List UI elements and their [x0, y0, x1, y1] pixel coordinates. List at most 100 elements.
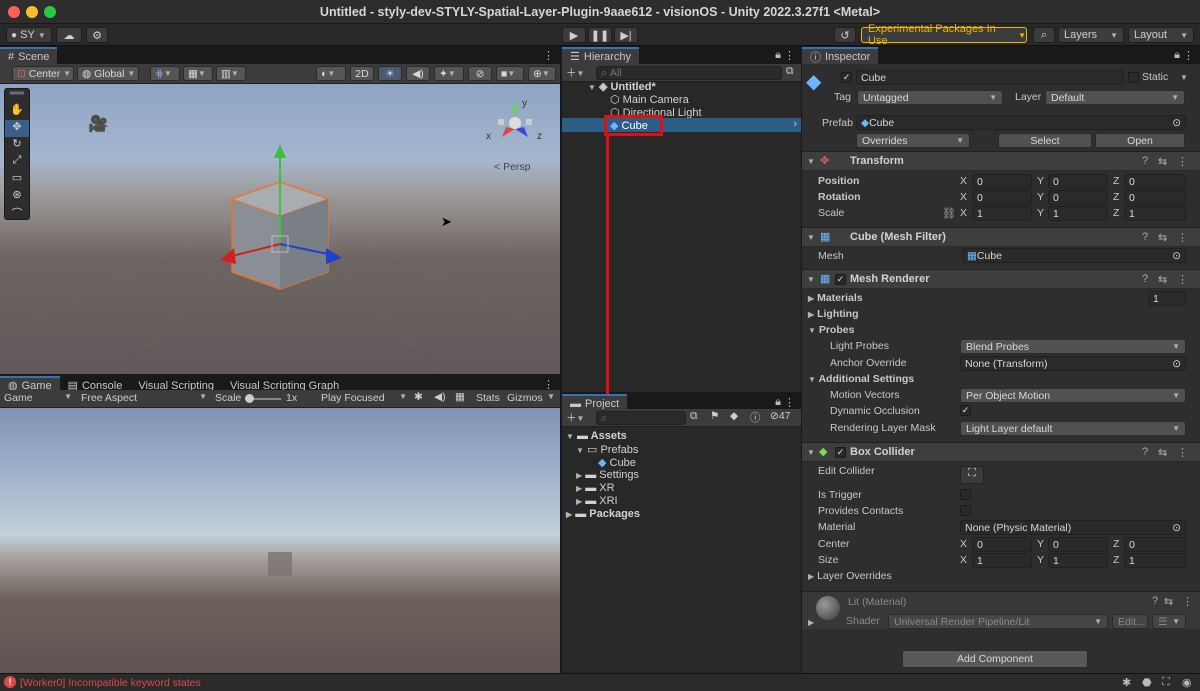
mesh-filter-header[interactable]: ▼ ▦ Cube (Mesh Filter) ? ⇆ ⋮ [802, 227, 1200, 247]
box-collider-enabled-checkbox[interactable]: ✓ [835, 447, 846, 458]
gizmos-dropdown[interactable]: ⊕ ▼ [528, 66, 556, 81]
chevron-down-icon[interactable]: ▼ [1180, 73, 1188, 82]
cache-server-icon[interactable]: ⬣ [1142, 676, 1152, 689]
mesh-renderer-enabled-checkbox[interactable]: ✓ [835, 274, 846, 285]
preset-icon[interactable]: ⇆ [1158, 446, 1167, 459]
mute-audio-icon[interactable]: ◀) [434, 391, 446, 403]
audio-toggle[interactable]: ◀) [406, 66, 430, 81]
layer-dropdown[interactable]: Default ▼ [1045, 90, 1185, 105]
display-dropdown[interactable]: Game ▼ [4, 392, 72, 404]
more-menu-icon[interactable]: ⋮ [1177, 231, 1188, 244]
additional-settings-foldout[interactable]: ▼ Additional Settings [808, 373, 914, 385]
shader-options-dropdown[interactable]: ☰ ▼ [1152, 614, 1186, 629]
gizmos-dropdown[interactable]: Gizmos ▼ [507, 392, 555, 404]
camera-dropdown[interactable]: ■ ▼ [496, 66, 524, 81]
position-x-field[interactable]: 0 [972, 174, 1032, 189]
filter-by-label-icon[interactable]: ⚑ [710, 410, 719, 422]
lock-icon[interactable]: 🔒︎ [1174, 49, 1180, 62]
mode-2d-toggle[interactable]: 2D [350, 66, 374, 81]
camera-gizmo-icon[interactable]: 🎥 [88, 114, 108, 134]
network-icon[interactable]: ⛶ [1162, 676, 1170, 689]
game-view[interactable] [0, 408, 560, 673]
scale-slider-thumb[interactable] [245, 394, 254, 403]
provides-contacts-checkbox[interactable] [960, 505, 971, 516]
materials-count-field[interactable]: 1 [1148, 291, 1186, 306]
help-icon[interactable]: ? [1142, 446, 1148, 458]
snap-toggle[interactable]: ⋕ ▼ [150, 66, 180, 81]
scene-viewport[interactable]: ══ ✋ ✥ ↻ ⤢ ▭ ⊛ ⌒ 🎥 ➤ y x z < Persp [0, 84, 560, 374]
pause-button[interactable]: ❚❚ [588, 27, 612, 43]
static-checkbox[interactable] [1128, 72, 1139, 83]
more-menu-icon[interactable]: ⋮ [1177, 446, 1188, 459]
play-mode-dropdown[interactable]: Play Focused ▼ [321, 392, 407, 404]
project-folder-assets[interactable]: ▼ ▬ Assets [566, 430, 627, 443]
rotation-z-field[interactable]: 0 [1124, 190, 1186, 205]
move-tool[interactable]: ✥ [5, 120, 29, 137]
tab-scene[interactable]: # Scene [0, 47, 58, 64]
history-button[interactable]: ↺ [834, 27, 856, 43]
more-menu-icon[interactable]: ⋮ [543, 49, 554, 62]
open-button[interactable]: Open [1095, 133, 1185, 148]
mesh-renderer-header[interactable]: ▼ ▦ ✓ Mesh Renderer ? ⇆ ⋮ [802, 269, 1200, 289]
search-by-type-icon[interactable]: ⧉ [690, 410, 698, 423]
tab-inspector[interactable]: ⓘ Inspector [802, 47, 879, 64]
scale-tool[interactable]: ⤢ [5, 154, 29, 171]
grid-toggle[interactable]: ▦ ▼ [183, 66, 213, 81]
size-y-field[interactable]: 1 [1048, 553, 1108, 568]
lock-icon[interactable]: 🔒︎ [775, 49, 781, 62]
prefab-field[interactable]: ◆Cube ⊙ [856, 115, 1186, 130]
cube-object[interactable] [210, 144, 360, 294]
lock-icon[interactable]: 🔒︎ [775, 396, 781, 409]
center-x-field[interactable]: 0 [972, 537, 1032, 552]
active-checkbox[interactable]: ✓ [841, 72, 852, 83]
object-name-field[interactable]: Cube [856, 70, 1124, 85]
project-asset-cube[interactable]: ◆ Cube [598, 456, 636, 469]
progress-icon[interactable]: ◉ [1182, 676, 1192, 689]
help-icon[interactable]: ? [1142, 231, 1148, 243]
draw-mode-dropdown[interactable]: ◐ ▼ [316, 66, 346, 81]
rotation-y-field[interactable]: 0 [1048, 190, 1108, 205]
hierarchy-item-cube[interactable]: › [562, 118, 801, 132]
status-message[interactable]: [Worker0] Incompatible keyword states [20, 677, 201, 689]
cloud-button[interactable]: ☁ [56, 27, 82, 43]
more-menu-icon[interactable]: ⋮ [1177, 273, 1188, 286]
step-button[interactable]: ▶| [614, 27, 638, 43]
more-menu-icon[interactable]: ⋮ [784, 396, 795, 409]
center-z-field[interactable]: 0 [1124, 537, 1186, 552]
rotation-x-field[interactable]: 0 [972, 190, 1032, 205]
motion-vectors-dropdown[interactable]: Per Object Motion ▼ [960, 388, 1186, 403]
custom-tool[interactable]: ⌒ [5, 205, 29, 222]
help-icon[interactable]: ? [1142, 273, 1148, 285]
layers-dropdown[interactable]: Layers ▼ [1058, 27, 1124, 43]
shader-edit-button[interactable]: Edit... [1112, 614, 1148, 629]
mesh-field[interactable]: ▦Cube ⊙ [962, 248, 1186, 263]
projection-toggle[interactable]: < Persp [494, 161, 531, 173]
shader-dropdown[interactable]: Universal Render Pipeline/Lit ▼ [888, 614, 1108, 629]
create-asset-dropdown[interactable]: ＋▼ [566, 410, 584, 425]
scale-x-field[interactable]: 1 [972, 206, 1032, 221]
project-folder-settings[interactable]: ▶ ▬ Settings [576, 469, 639, 482]
hand-tool[interactable]: ✋ [5, 103, 29, 120]
more-menu-icon[interactable]: ⋮ [1182, 595, 1193, 608]
layer-overrides-foldout[interactable]: ▶ Layer Overrides [808, 570, 892, 582]
object-picker-icon[interactable]: ⊙ [1172, 522, 1181, 534]
light-probes-dropdown[interactable]: Blend Probes ▼ [960, 339, 1186, 354]
scene-root[interactable]: ▼ ◈ Untitled* [588, 80, 656, 93]
add-object-dropdown[interactable]: ＋▼ [566, 65, 584, 80]
collab-button[interactable]: ⚙ [86, 27, 108, 43]
overrides-dropdown[interactable]: Overrides ▼ [856, 133, 970, 148]
play-button[interactable]: ▶ [562, 27, 586, 43]
rendering-layer-mask-dropdown[interactable]: Light Layer default ▼ [960, 421, 1186, 436]
project-folder-packages[interactable]: ▶ ▬ Packages [566, 508, 640, 521]
pivot-dropdown[interactable]: ⊡ Center ▼ [12, 66, 74, 81]
search-button[interactable]: ⌕ [1033, 27, 1055, 43]
transform-header[interactable]: ▼ ✥ Transform ? ⇆ ⋮ [802, 151, 1200, 171]
transform-tool[interactable]: ⊛ [5, 188, 29, 205]
rotate-tool[interactable]: ↻ [5, 137, 29, 154]
chevron-right-icon[interactable]: ▶ [808, 618, 814, 627]
lighting-foldout[interactable]: ▶ Lighting [808, 308, 858, 320]
preset-icon[interactable]: ⇆ [1158, 273, 1167, 286]
size-x-field[interactable]: 1 [972, 553, 1032, 568]
lighting-toggle[interactable]: ☀ [378, 66, 402, 81]
collider-material-field[interactable]: None (Physic Material) ⊙ [960, 520, 1186, 535]
